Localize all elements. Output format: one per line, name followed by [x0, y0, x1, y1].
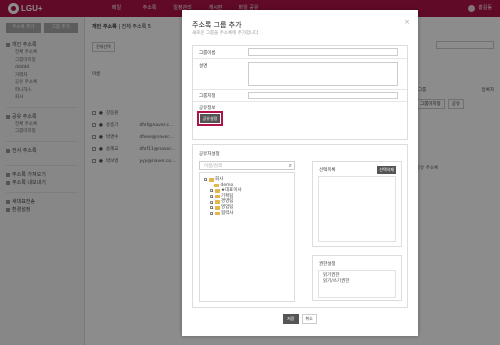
form-row-name: 그룹이름: [193, 46, 407, 59]
expand-icon[interactable]: +: [210, 211, 214, 215]
permission-list: 읽기권한 읽기/쓰기권한: [318, 270, 396, 298]
group-name-input[interactable]: [248, 48, 398, 56]
description-textarea[interactable]: [248, 62, 398, 86]
delete-selected-button[interactable]: 선택삭제: [377, 166, 396, 174]
group-name-label: 그룹이름: [199, 51, 216, 56]
modal-description: 새로운 그룹을 주소록에 추가합니다.: [192, 31, 260, 36]
group-assign-label: 그룹지정: [199, 94, 216, 99]
selected-list-title: 선택목록: [319, 168, 336, 173]
expand-icon[interactable]: +: [210, 189, 214, 193]
search-placeholder: 이름/검색: [204, 164, 223, 169]
save-button[interactable]: 저장: [283, 314, 299, 324]
folder-icon: [214, 206, 220, 210]
modal-title: 주소록 그룹 추가: [192, 21, 242, 29]
expand-icon[interactable]: +: [210, 195, 214, 199]
share-info-label: 공유정보: [199, 106, 216, 111]
share-search-input[interactable]: 이름/검색 ⌕: [199, 161, 295, 170]
folder-icon: [214, 183, 219, 188]
description-label: 설명: [199, 64, 208, 69]
share-panel: 공유자설정 이름/검색 ⌕ − 회사 demo + ★대표이사 + 기획팀 + 경영팀 …: [192, 144, 408, 308]
cancel-button[interactable]: 취소: [301, 314, 317, 324]
form-row-share: 공유정보: [193, 102, 407, 139]
share-panel-title: 공유자설정: [199, 152, 220, 157]
form-row-description: 설명: [193, 59, 407, 90]
selected-list-panel: 선택목록 선택삭제: [312, 161, 402, 247]
close-icon[interactable]: ×: [404, 18, 410, 26]
form-row-assign: 그룹지정: [193, 90, 407, 102]
permission-panel: 권한설정 읽기권한 읽기/쓰기권한: [312, 255, 402, 301]
add-group-modal: 주소록 그룹 추가 새로운 그룹을 주소록에 추가합니다. × 그룹이름 설명 …: [182, 10, 418, 336]
folder-icon: [214, 194, 220, 199]
group-assign-input[interactable]: [248, 92, 398, 99]
tree-node[interactable]: + 협력사: [204, 211, 290, 217]
modal-buttons: 저장 취소: [182, 314, 418, 324]
folder-icon: [214, 189, 220, 193]
folder-icon: [214, 200, 220, 204]
org-tree: − 회사 demo + ★대표이사 + 기획팀 + 경영팀 + 영업팀 + 협력사: [199, 172, 295, 302]
expand-icon[interactable]: +: [210, 206, 214, 210]
share-settings-button[interactable]: 공유설정: [197, 111, 223, 126]
tree-node-label: 협력사: [221, 210, 234, 216]
selected-list[interactable]: [318, 176, 396, 242]
search-icon[interactable]: ⌕: [289, 162, 292, 170]
permission-readwrite-option[interactable]: 읽기/쓰기권한: [323, 279, 391, 285]
permission-title: 권한설정: [319, 262, 336, 267]
expand-icon[interactable]: +: [210, 200, 214, 204]
folder-icon: [214, 211, 220, 216]
folder-icon: [208, 178, 214, 182]
collapse-icon[interactable]: −: [204, 178, 208, 182]
group-form: 그룹이름 설명 그룹지정 공유정보 공유설정: [192, 45, 408, 140]
